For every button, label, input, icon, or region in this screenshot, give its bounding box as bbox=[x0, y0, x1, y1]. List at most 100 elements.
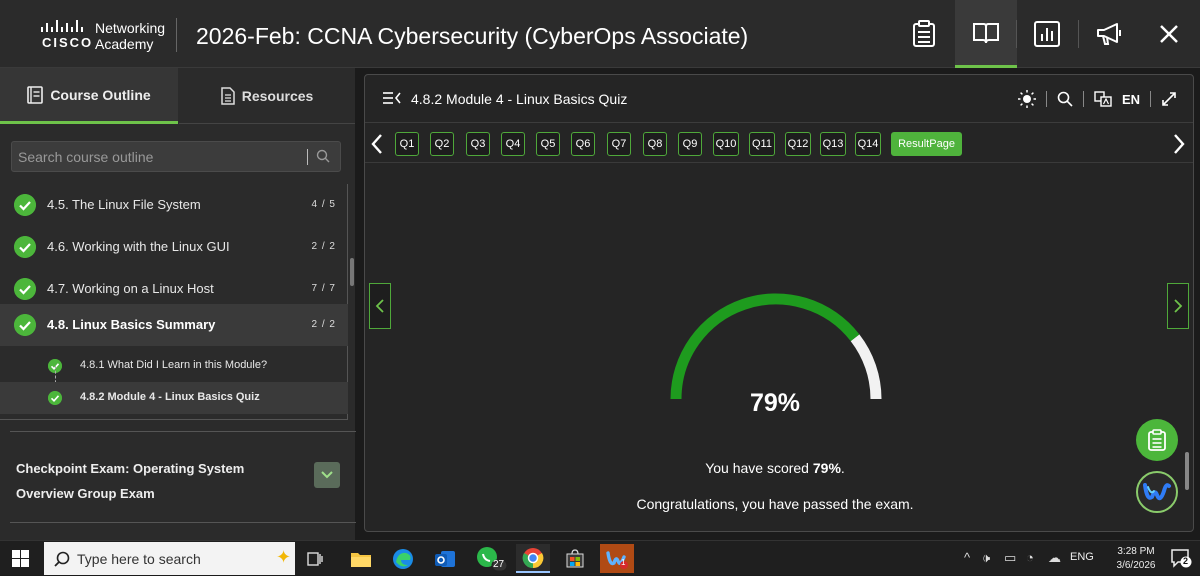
edge-icon bbox=[393, 548, 413, 569]
quiz-tools: EN bbox=[1017, 88, 1177, 110]
question-button-q1[interactable]: Q1 bbox=[395, 132, 419, 156]
clipboard-button[interactable] bbox=[893, 0, 955, 68]
clock-time: 3:28 PM bbox=[1117, 546, 1155, 557]
chevron-left-icon[interactable] bbox=[369, 132, 385, 156]
outline-scrollbar[interactable] bbox=[350, 258, 354, 286]
chevron-right-icon[interactable] bbox=[1171, 132, 1187, 156]
clipboard-icon bbox=[913, 20, 935, 47]
cisco-bars-icon bbox=[41, 20, 83, 32]
outline-item-progress: 2 / 2 bbox=[311, 319, 336, 330]
wifi-icon[interactable]: ◔ bbox=[1026, 550, 1034, 565]
sparkle-icon[interactable]: ✦ bbox=[276, 547, 291, 568]
outline-subitem-4-8-2[interactable]: 4.8.2 Module 4 - Linux Basics Quiz bbox=[0, 382, 348, 414]
course-sidebar: Course Outline Resources 4.5. The Linux … bbox=[0, 68, 356, 540]
previous-page-button[interactable] bbox=[369, 283, 391, 329]
outline-search-input[interactable] bbox=[18, 147, 298, 167]
tab-course-outline[interactable]: Course Outline bbox=[0, 68, 178, 124]
file-explorer-button[interactable] bbox=[344, 544, 378, 573]
book-button[interactable] bbox=[955, 0, 1017, 68]
outline-item-progress: 2 / 2 bbox=[311, 241, 336, 252]
progress-button[interactable] bbox=[1016, 0, 1078, 68]
checkpoint-exam-section[interactable]: Checkpoint Exam: Operating System Overvi… bbox=[10, 431, 356, 523]
outline-item-4-8[interactable]: 4.8. Linux Basics Summary 2 / 2 bbox=[0, 304, 348, 346]
notification-count: 2 bbox=[1183, 556, 1189, 566]
announcements-button[interactable] bbox=[1078, 0, 1140, 68]
outline-item-label: 4.7. Working on a Linux Host bbox=[47, 281, 214, 296]
outline-subitem-label: 4.8.2 Module 4 - Linux Basics Quiz bbox=[80, 391, 260, 403]
question-button-q8[interactable]: Q8 bbox=[643, 132, 667, 156]
clock[interactable]: 3:28 PM 3/6/2026 bbox=[1107, 545, 1165, 573]
outlook-button[interactable] bbox=[428, 544, 462, 573]
score-prefix: You have scored bbox=[705, 460, 813, 476]
tools-divider bbox=[1082, 91, 1084, 107]
teams-badge: 1 bbox=[621, 558, 626, 567]
quiz-panel: 4.8.2 Module 4 - Linux Basics Quiz EN Q1… bbox=[364, 74, 1194, 532]
collapse-menu-icon[interactable] bbox=[383, 91, 401, 105]
outline-item-4-6[interactable]: 4.6. Working with the Linux GUI 2 / 2 bbox=[0, 226, 348, 268]
chevron-left-icon bbox=[375, 299, 384, 313]
search-icon[interactable] bbox=[1057, 91, 1073, 107]
question-button-q13[interactable]: Q13 bbox=[820, 132, 846, 156]
clock-date: 3/6/2026 bbox=[1116, 560, 1156, 571]
question-navigator: Q1 Q2 Q3 Q4 Q5 Q6 Q7 Q8 Q9 Q10 Q11 Q12 Q13 Q14 Result… bbox=[365, 127, 1193, 163]
question-button-q7[interactable]: Q7 bbox=[607, 132, 631, 156]
top-header: CISCO Networking Academy 2026-Feb: CCNA … bbox=[0, 0, 1200, 68]
translate-icon[interactable] bbox=[1094, 91, 1112, 107]
score-value: 79% bbox=[812, 460, 841, 476]
search-icon[interactable] bbox=[316, 149, 330, 163]
expand-button[interactable] bbox=[314, 462, 340, 488]
result-page-button[interactable]: ResultPage bbox=[891, 132, 962, 156]
score-suffix: . bbox=[840, 460, 845, 476]
fullscreen-icon[interactable] bbox=[1161, 91, 1177, 107]
task-view-button[interactable] bbox=[298, 544, 332, 573]
sidebar-tabs: Course Outline Resources bbox=[0, 68, 355, 124]
question-button-q2[interactable]: Q2 bbox=[430, 132, 454, 156]
close-icon bbox=[1160, 25, 1178, 43]
battery-icon[interactable]: ▭ bbox=[1004, 550, 1016, 566]
outline-search-box bbox=[11, 141, 341, 172]
completed-check-icon bbox=[48, 391, 62, 405]
outline-item-label: 4.6. Working with the Linux GUI bbox=[47, 239, 230, 254]
cloud-icon[interactable]: ☁ bbox=[1048, 550, 1061, 566]
notification-icon[interactable] bbox=[1170, 548, 1192, 568]
question-button-q12[interactable]: Q12 bbox=[785, 132, 811, 156]
webex-taskbar-button[interactable]: 1 bbox=[600, 544, 634, 573]
chevron-down-icon bbox=[321, 471, 333, 479]
close-button[interactable] bbox=[1138, 0, 1200, 68]
logo-academy-text: Academy bbox=[95, 36, 154, 52]
brightness-icon[interactable] bbox=[1017, 90, 1036, 108]
outline-item-4-5[interactable]: 4.5. The Linux File System 4 / 5 bbox=[0, 184, 348, 226]
store-icon bbox=[566, 548, 584, 567]
edge-button[interactable] bbox=[386, 544, 420, 573]
tab-resources[interactable]: Resources bbox=[179, 68, 355, 124]
search-icon bbox=[54, 551, 70, 567]
question-button-q11[interactable]: Q11 bbox=[749, 132, 775, 156]
input-language-indicator[interactable]: ENG bbox=[1070, 551, 1094, 563]
cisco-networking-academy-logo[interactable]: CISCO Networking Academy bbox=[40, 20, 170, 54]
question-button-q14[interactable]: Q14 bbox=[855, 132, 881, 156]
main-scrollbar[interactable] bbox=[1185, 452, 1189, 490]
chevron-up-icon[interactable]: ^ bbox=[964, 550, 970, 565]
tab-course-outline-label: Course Outline bbox=[50, 86, 151, 103]
notes-button[interactable] bbox=[1136, 419, 1178, 461]
whatsapp-button[interactable]: 27 bbox=[474, 544, 508, 573]
outline-subitem-4-8-1[interactable]: 4.8.1 What Did I Learn in this Module? bbox=[0, 350, 348, 382]
chrome-button[interactable] bbox=[516, 544, 550, 573]
question-button-q9[interactable]: Q9 bbox=[678, 132, 702, 156]
question-button-q3[interactable]: Q3 bbox=[466, 132, 490, 156]
question-button-q4[interactable]: Q4 bbox=[501, 132, 525, 156]
course-outline-list: 4.5. The Linux File System 4 / 5 4.6. Wo… bbox=[0, 184, 348, 420]
next-page-button[interactable] bbox=[1167, 283, 1189, 329]
language-label[interactable]: EN bbox=[1122, 92, 1140, 107]
question-button-q5[interactable]: Q5 bbox=[536, 132, 560, 156]
speaker-icon[interactable]: 🕩 bbox=[982, 550, 990, 566]
windows-start-icon[interactable] bbox=[12, 550, 29, 567]
outline-item-label: 4.5. The Linux File System bbox=[47, 197, 201, 212]
question-button-q6[interactable]: Q6 bbox=[571, 132, 595, 156]
question-button-q10[interactable]: Q10 bbox=[713, 132, 739, 156]
score-percentage: 79% bbox=[749, 389, 801, 417]
quiz-title: 4.8.2 Module 4 - Linux Basics Quiz bbox=[411, 91, 628, 107]
store-button[interactable] bbox=[558, 544, 592, 573]
taskbar-search-input[interactable] bbox=[77, 550, 227, 568]
webex-assistant-button[interactable] bbox=[1136, 471, 1178, 513]
